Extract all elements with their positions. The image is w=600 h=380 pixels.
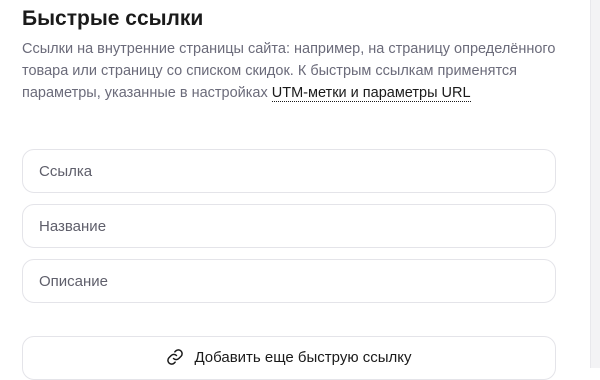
quick-links-panel: Быстрые ссылки Ссылки на внутренние стра… bbox=[0, 0, 590, 380]
link-icon bbox=[166, 348, 184, 366]
link-input[interactable] bbox=[39, 162, 539, 180]
description-field[interactable] bbox=[22, 259, 556, 303]
add-quick-link-label: Добавить еще быструю ссылку bbox=[194, 348, 412, 366]
link-field[interactable] bbox=[22, 149, 556, 193]
section-description: Ссылки на внутренние страницы сайта: нап… bbox=[22, 38, 567, 104]
name-field[interactable] bbox=[22, 204, 556, 248]
description-input[interactable] bbox=[39, 272, 539, 290]
add-quick-link-button[interactable]: Добавить еще быструю ссылку bbox=[22, 336, 556, 380]
section-title: Быстрые ссылки bbox=[22, 7, 204, 30]
utm-params-link[interactable]: UTM-метки и параметры URL bbox=[271, 85, 471, 102]
name-input[interactable] bbox=[39, 217, 539, 235]
scrollbar-track[interactable] bbox=[590, 0, 600, 368]
